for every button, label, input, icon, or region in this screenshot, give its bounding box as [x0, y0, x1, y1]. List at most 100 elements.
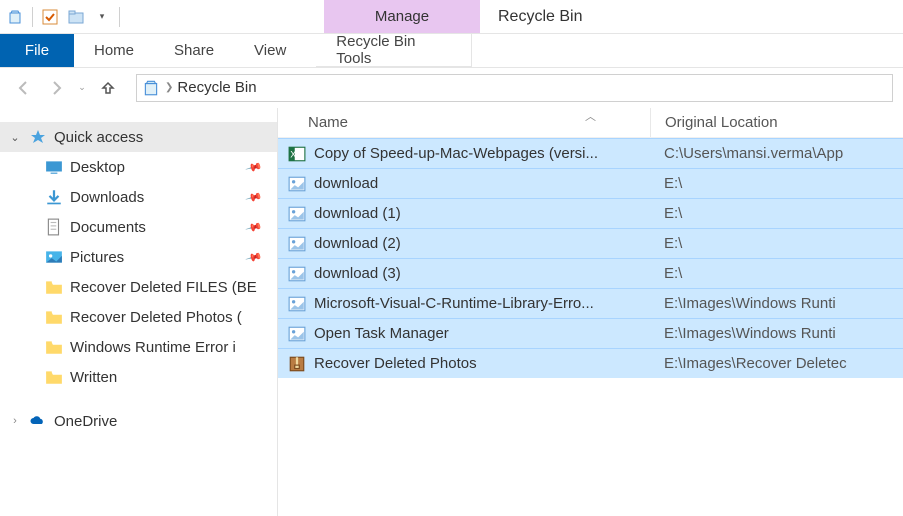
- file-tab[interactable]: File: [0, 34, 74, 67]
- folder-icon: [44, 367, 64, 387]
- file-row[interactable]: download (3) E:\: [278, 258, 903, 288]
- breadcrumb-separator-icon[interactable]: ❯: [165, 82, 173, 93]
- image-icon: [288, 295, 306, 313]
- chevron-right-icon[interactable]: ›: [8, 415, 22, 427]
- image-icon: [288, 235, 306, 253]
- back-button[interactable]: [10, 74, 38, 102]
- folder-icon: [44, 277, 64, 297]
- sidebar-item[interactable]: Windows Runtime Error i: [0, 332, 277, 362]
- file-name: download: [314, 175, 378, 192]
- file-row[interactable]: Recover Deleted Photos E:\Images\Recover …: [278, 348, 903, 378]
- address-bar[interactable]: ❯ Recycle Bin: [136, 74, 893, 102]
- sidebar-item-label: Pictures: [70, 249, 124, 266]
- file-location: E:\: [650, 235, 903, 252]
- contextual-tab-manage[interactable]: Manage: [324, 0, 480, 33]
- properties-icon[interactable]: [41, 8, 59, 26]
- file-row[interactable]: Open Task Manager E:\Images\Windows Runti: [278, 318, 903, 348]
- ribbon-tabs: File Home Share View Recycle Bin Tools: [0, 34, 903, 68]
- file-row[interactable]: X Copy of Speed-up-Mac-Webpages (versi...…: [278, 138, 903, 168]
- recycle-bin-icon[interactable]: [6, 8, 24, 26]
- excel-icon: X: [288, 145, 306, 163]
- image-icon: [288, 325, 306, 343]
- documents-icon: [44, 217, 64, 237]
- quick-access-header[interactable]: ⌄ Quick access: [0, 122, 277, 152]
- file-name: download (3): [314, 265, 401, 282]
- file-location: E:\: [650, 265, 903, 282]
- qat-dropdown-icon[interactable]: ▾: [93, 8, 111, 26]
- recent-locations-dropdown[interactable]: ⌄: [74, 74, 90, 102]
- new-folder-icon[interactable]: [67, 8, 85, 26]
- navigation-pane: ⌄ Quick access Desktop📌Downloads📌Documen…: [0, 108, 278, 516]
- file-row[interactable]: download (1) E:\: [278, 198, 903, 228]
- file-name: Recover Deleted Photos: [314, 355, 477, 372]
- titlebar: ▾ Manage Recycle Bin: [0, 0, 903, 34]
- file-name: Open Task Manager: [314, 325, 449, 342]
- file-row[interactable]: download E:\: [278, 168, 903, 198]
- column-header-location[interactable]: Original Location: [650, 108, 903, 137]
- tab-recycle-bin-tools[interactable]: Recycle Bin Tools: [316, 34, 472, 67]
- file-name: download (1): [314, 205, 401, 222]
- quick-access-label: Quick access: [54, 129, 143, 146]
- file-location: E:\Images\Recover Deletec: [650, 355, 903, 372]
- recycle-bin-icon: [141, 78, 161, 98]
- column-headers: ︿ Name Original Location: [278, 108, 903, 138]
- star-icon: [28, 127, 48, 147]
- separator: [119, 7, 120, 27]
- file-row[interactable]: Microsoft-Visual-C-Runtime-Library-Erro.…: [278, 288, 903, 318]
- svg-text:X: X: [290, 149, 296, 159]
- sidebar-item-label: Documents: [70, 219, 146, 236]
- tab-view[interactable]: View: [234, 34, 306, 67]
- file-location: C:\Users\mansi.verma\App: [650, 145, 903, 162]
- sidebar-item[interactable]: Documents 📌: [0, 212, 277, 242]
- image-icon: [288, 265, 306, 283]
- window-title: Recycle Bin: [498, 0, 582, 33]
- sidebar-item-label: Desktop: [70, 159, 125, 176]
- file-location: E:\: [650, 175, 903, 192]
- file-name: download (2): [314, 235, 401, 252]
- file-location: E:\: [650, 205, 903, 222]
- file-list: ︿ Name Original Location X Copy of Speed-…: [278, 108, 903, 516]
- sidebar-item[interactable]: Desktop 📌: [0, 152, 277, 182]
- image-icon: [288, 175, 306, 193]
- sidebar-item[interactable]: Recover Deleted Photos (: [0, 302, 277, 332]
- quick-access-toolbar: ▾: [0, 0, 126, 33]
- column-expand-icon[interactable]: ︿: [585, 108, 596, 124]
- sidebar-item[interactable]: Written: [0, 362, 277, 392]
- pictures-icon: [44, 247, 64, 267]
- pin-icon: 📌: [245, 248, 263, 266]
- tab-share[interactable]: Share: [154, 34, 234, 67]
- sidebar-item-label: Written: [70, 369, 117, 386]
- archive-icon: [288, 355, 306, 373]
- file-row[interactable]: download (2) E:\: [278, 228, 903, 258]
- main-area: ⌄ Quick access Desktop📌Downloads📌Documen…: [0, 108, 903, 516]
- sidebar-item-label: Recover Deleted Photos (: [70, 309, 242, 326]
- pin-icon: 📌: [245, 158, 263, 176]
- sidebar-item[interactable]: Downloads 📌: [0, 182, 277, 212]
- chevron-down-icon[interactable]: ⌄: [8, 131, 22, 144]
- downloads-icon: [44, 187, 64, 207]
- desktop-icon: [44, 157, 64, 177]
- forward-button[interactable]: [42, 74, 70, 102]
- navigation-bar: ⌄ ❯ Recycle Bin: [0, 68, 903, 108]
- pin-icon: 📌: [245, 188, 263, 206]
- file-name: Copy of Speed-up-Mac-Webpages (versi...: [314, 145, 598, 162]
- onedrive-item[interactable]: › OneDrive: [0, 406, 277, 436]
- up-button[interactable]: [94, 74, 122, 102]
- separator: [32, 7, 33, 27]
- breadcrumb-location[interactable]: Recycle Bin: [177, 79, 256, 96]
- sidebar-item-label: Recover Deleted FILES (BE: [70, 279, 257, 296]
- image-icon: [288, 205, 306, 223]
- onedrive-label: OneDrive: [54, 413, 117, 430]
- folder-icon: [44, 337, 64, 357]
- tab-home[interactable]: Home: [74, 34, 154, 67]
- sidebar-item-label: Windows Runtime Error i: [70, 339, 236, 356]
- file-name: Microsoft-Visual-C-Runtime-Library-Erro.…: [314, 295, 594, 312]
- folder-icon: [44, 307, 64, 327]
- onedrive-icon: [28, 411, 48, 431]
- pin-icon: 📌: [245, 218, 263, 236]
- file-location: E:\Images\Windows Runti: [650, 325, 903, 342]
- file-location: E:\Images\Windows Runti: [650, 295, 903, 312]
- sidebar-item[interactable]: Recover Deleted FILES (BE: [0, 272, 277, 302]
- sidebar-item-label: Downloads: [70, 189, 144, 206]
- sidebar-item[interactable]: Pictures 📌: [0, 242, 277, 272]
